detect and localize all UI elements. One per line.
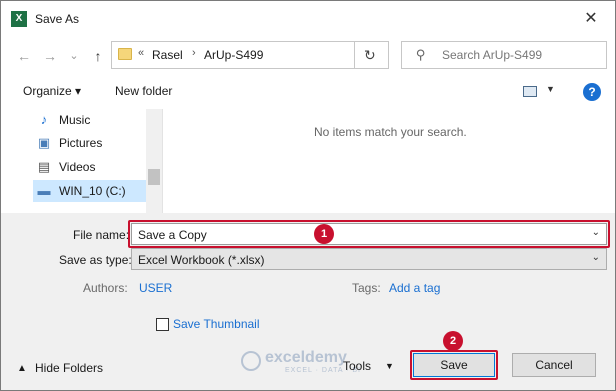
pictures-icon: ▣	[37, 135, 51, 150]
authors-label: Authors:	[83, 281, 128, 295]
save-as-type-dropdown-caret[interactable]: ⌄	[592, 252, 600, 263]
tools-caret[interactable]: ▼	[385, 361, 394, 371]
step-1-badge: 1	[314, 224, 334, 244]
drive-icon: ▬	[37, 183, 51, 198]
up-button[interactable]: ↑	[89, 47, 107, 65]
search-icon: ⚲	[416, 47, 426, 62]
sidebar-item-partial	[59, 206, 139, 213]
recent-locations-caret[interactable]: ⌄	[65, 47, 83, 65]
step-1-highlight	[128, 220, 610, 248]
close-button[interactable]: ✕	[581, 9, 601, 29]
step-2-badge: 2	[443, 331, 463, 351]
tags-label: Tags:	[352, 281, 381, 295]
save-as-dialog: X Save As ✕ ← → ⌄ ↑ « Rasel › ArUp-S499 …	[0, 0, 616, 391]
refresh-icon[interactable]: ↻	[364, 47, 376, 64]
tools-menu[interactable]: Tools	[343, 359, 371, 373]
breadcrumb-overflow[interactable]: «	[138, 47, 144, 59]
tags-input[interactable]: Add a tag	[389, 281, 440, 295]
breadcrumb-rasel[interactable]: Rasel	[152, 48, 183, 62]
navigation-pane: ♪ Music ▣ Pictures ▤ Videos ▬ WIN_10 (C:…	[1, 109, 163, 213]
sidebar-item-videos[interactable]: ▤ Videos	[1, 156, 146, 178]
save-thumbnail-checkbox[interactable]	[156, 318, 169, 331]
hide-folders-caret[interactable]: ▲	[17, 363, 27, 374]
address-bar[interactable]: « Rasel › ArUp-S499 ⌄	[111, 41, 458, 69]
sidebar-item-win10-drive[interactable]: ▬ WIN_10 (C:)	[33, 180, 146, 202]
save-as-type-value: Excel Workbook (*.xlsx)	[138, 253, 265, 267]
authors-value[interactable]: USER	[139, 281, 172, 295]
save-thumbnail-label[interactable]: Save Thumbnail	[173, 317, 260, 331]
browser-pane: ♪ Music ▣ Pictures ▤ Videos ▬ WIN_10 (C:…	[1, 109, 615, 213]
organize-menu[interactable]: Organize ▾	[23, 84, 81, 98]
save-as-type-select[interactable]: Excel Workbook (*.xlsx) ⌄	[131, 248, 607, 270]
save-as-type-label: Save as type:	[59, 253, 132, 267]
help-icon[interactable]: ?	[583, 83, 601, 101]
sidebar-item-label: Music	[59, 113, 91, 127]
view-options-caret[interactable]: ▼	[546, 84, 555, 94]
new-folder-button[interactable]: New folder	[115, 84, 172, 98]
command-toolbar: Organize ▾ New folder ▼ ?	[1, 75, 615, 109]
sidebar-item-music[interactable]: ♪ Music	[1, 109, 146, 131]
music-icon: ♪	[40, 112, 48, 127]
breadcrumb-arup[interactable]: ArUp-S499	[204, 48, 263, 62]
breadcrumb-separator: ›	[192, 47, 196, 59]
search-placeholder: Search ArUp-S499	[442, 48, 543, 62]
navigation-bar: ← → ⌄ ↑ « Rasel › ArUp-S499 ⌄ ↻ ⚲ Search…	[1, 37, 615, 75]
title-bar: X Save As ✕	[1, 1, 615, 37]
search-box[interactable]: ⚲ Search ArUp-S499	[401, 41, 607, 69]
empty-folder-message: No items match your search.	[314, 125, 467, 139]
hide-folders-button[interactable]: Hide Folders	[35, 361, 103, 375]
sidebar-item-label: Pictures	[59, 136, 103, 150]
folder-icon	[118, 48, 132, 60]
step-2-highlight	[410, 350, 498, 380]
watermark-brand: exceldemy	[265, 349, 347, 366]
excel-icon: X	[11, 11, 27, 27]
forward-button[interactable]: →	[41, 47, 59, 65]
scrollbar-thumb[interactable]	[148, 169, 160, 185]
navigation-scrollbar[interactable]	[146, 109, 162, 213]
videos-icon: ▤	[37, 159, 51, 174]
sidebar-list: ♪ Music ▣ Pictures ▤ Videos ▬ WIN_10 (C:…	[1, 109, 146, 213]
file-name-label: File name:	[73, 228, 130, 242]
watermark-logo	[241, 351, 261, 371]
window-title: Save As	[35, 12, 80, 26]
sidebar-item-label: Videos	[59, 160, 96, 174]
save-options-panel: File name: Save a Copy ⌄ 1 Save as type:…	[1, 213, 615, 390]
address-divider	[354, 41, 355, 69]
cancel-button[interactable]: Cancel	[512, 353, 596, 377]
sidebar-item-pictures[interactable]: ▣ Pictures	[1, 132, 146, 154]
back-button[interactable]: ←	[15, 47, 33, 65]
view-options-icon[interactable]	[523, 86, 537, 97]
sidebar-item-label: WIN_10 (C:)	[59, 184, 126, 198]
